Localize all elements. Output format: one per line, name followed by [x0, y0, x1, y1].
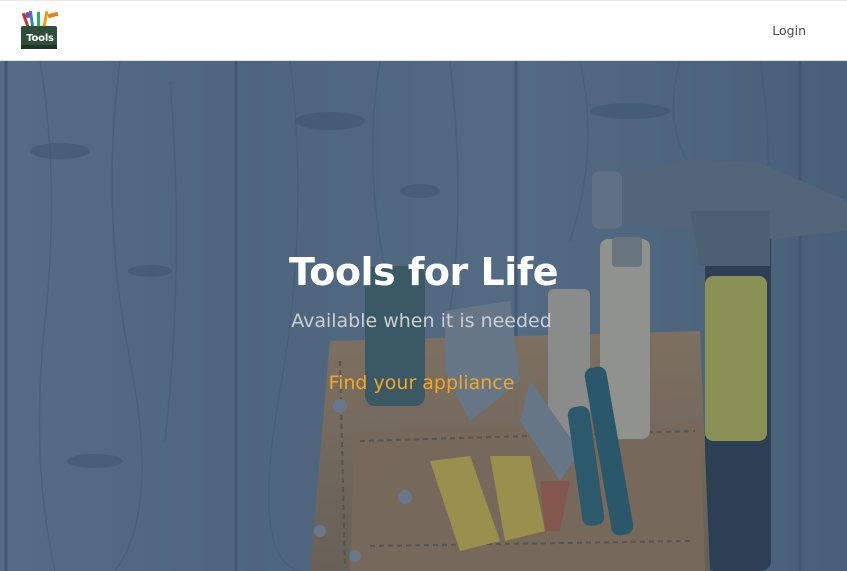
- top-navbar: Tools Login: [0, 0, 847, 61]
- hero-banner: Tools for Life Available when it is need…: [0, 61, 847, 571]
- hero-title: Tools for Life: [288, 250, 559, 294]
- find-appliance-link[interactable]: Find your appliance: [0, 372, 843, 394]
- hero-subtitle: Available when it is needed: [291, 310, 552, 332]
- logo-text: Tools: [26, 33, 54, 44]
- logo-graphic: [21, 10, 59, 49]
- toolbox-logo-icon[interactable]: Tools: [18, 9, 62, 55]
- login-link[interactable]: Login: [772, 23, 806, 38]
